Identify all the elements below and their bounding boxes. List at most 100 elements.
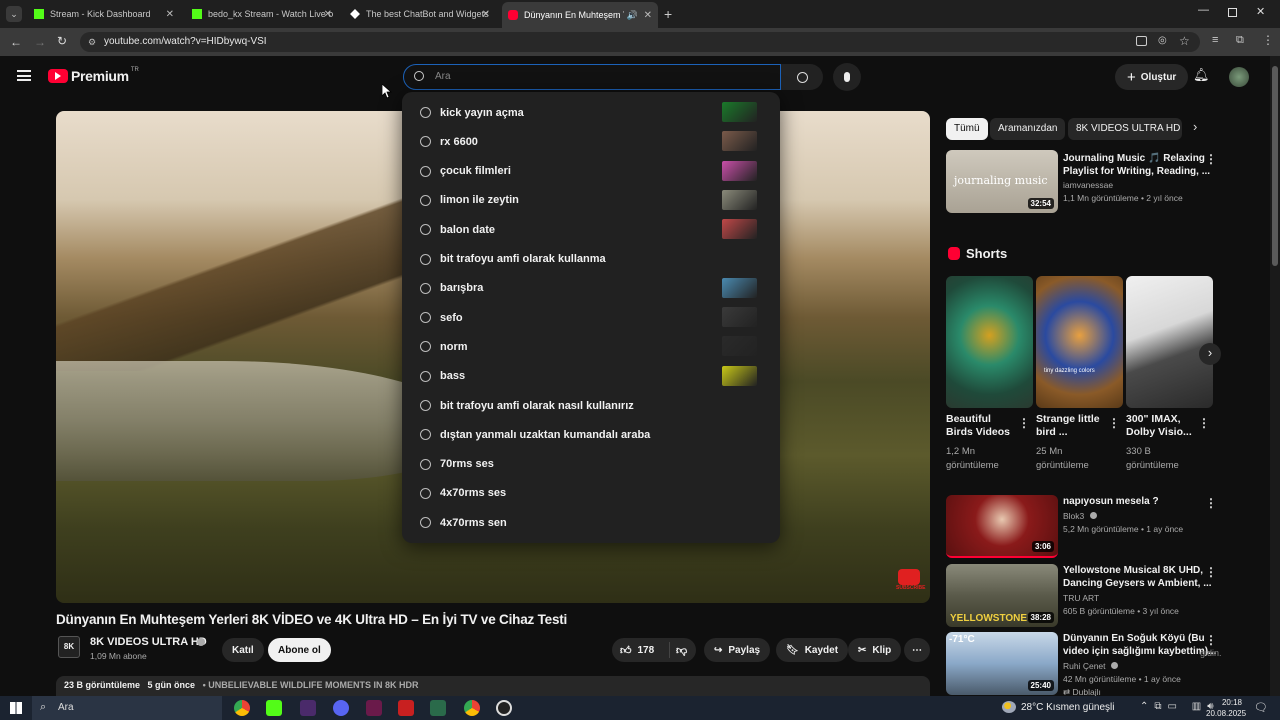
short-title[interactable]: Beautiful Birds Videos: [946, 413, 1010, 439]
related-channel[interactable]: iamvanessae: [1063, 180, 1113, 190]
browser-tab[interactable]: bedo_kx Stream - Watch Live o ✕: [186, 4, 338, 24]
related-channel[interactable]: Blok3: [1063, 511, 1097, 521]
address-bar[interactable]: ⚙ youtube.com/watch?v=HIDbywq-VSI: [80, 32, 1200, 52]
notifications-bell-icon[interactable]: 🔔︎: [1193, 67, 1210, 83]
related-video-title[interactable]: Journaling Music 🎵 Relaxing Playlist for…: [1063, 152, 1210, 178]
related-video-title[interactable]: Dünyanın En Soğuk Köyü (Bu video için sa…: [1063, 632, 1216, 658]
chip-channel[interactable]: 8K VIDEOS ULTRA HD ad: [1068, 118, 1182, 140]
more-vertical-icon[interactable]: ⋮: [1198, 416, 1210, 430]
search-suggestion[interactable]: sefo: [402, 303, 780, 332]
search-suggestion[interactable]: 70rms ses: [402, 450, 780, 479]
clock[interactable]: 20:18 20.08.2025: [1206, 697, 1246, 719]
close-tab-icon[interactable]: ✕: [482, 9, 490, 20]
voice-search-button[interactable]: [833, 63, 861, 91]
short-thumbnail[interactable]: tiny dazzling colors: [1036, 276, 1123, 408]
more-actions-button[interactable]: ⋯: [904, 638, 930, 662]
scrollbar-thumb[interactable]: [1272, 66, 1278, 266]
more-vertical-icon[interactable]: ⋮: [1205, 496, 1217, 510]
shorts-next-button[interactable]: ›: [1199, 343, 1221, 365]
more-vertical-icon[interactable]: ⋮: [1108, 416, 1120, 430]
subscribe-button[interactable]: Abone ol: [268, 638, 331, 662]
description-box[interactable]: 23 B görüntüleme 5 gün önce • UNBELIEVAB…: [56, 676, 930, 696]
related-thumbnail[interactable]: -71°C 25:40: [946, 632, 1058, 695]
description-hashtag[interactable]: • UNBELIEVABLE WILDLIFE MOMENTS IN 8K HD…: [203, 680, 419, 690]
search-suggestion[interactable]: norm: [402, 332, 780, 361]
app-red-icon[interactable]: [398, 700, 414, 716]
more-vertical-icon[interactable]: ⋮: [1205, 152, 1217, 166]
join-button[interactable]: Katıl: [222, 638, 264, 662]
forward-icon[interactable]: →: [34, 35, 46, 49]
search-suggestion[interactable]: barışbra: [402, 274, 780, 303]
search-suggestion[interactable]: bass: [402, 362, 780, 391]
browser-tab[interactable]: Stream - Kick Dashboard ✕: [28, 4, 180, 24]
related-thumbnail[interactable]: journaling music 32:54: [946, 150, 1058, 213]
chip-all[interactable]: Tümü: [946, 118, 988, 140]
app-editor-icon[interactable]: [300, 700, 316, 716]
search-input[interactable]: Ara: [403, 64, 781, 90]
search-suggestion[interactable]: balon date: [402, 215, 780, 244]
discord-icon[interactable]: [333, 700, 349, 716]
search-suggestion[interactable]: çocuk filmleri: [402, 157, 780, 186]
search-suggestion[interactable]: bit trafoyu amfi olarak kullanma: [402, 245, 780, 274]
search-suggestion[interactable]: limon ile zeytin: [402, 186, 780, 215]
browser-tab-active[interactable]: Dünyanın En Muhteşem Ye 🔊 ✕: [502, 2, 658, 28]
search-suggestion[interactable]: dıştan yanmalı uzaktan kumandalı araba: [402, 420, 780, 449]
like-button[interactable]: 👍︎ 178: [612, 642, 670, 658]
search-suggestion[interactable]: 4x70rms ses: [402, 479, 780, 508]
search-suggestion[interactable]: bit trafoyu amfi olarak nasıl kullanırız: [402, 391, 780, 420]
search-suggestion[interactable]: rx 6600: [402, 127, 780, 156]
new-tab-button[interactable]: +: [664, 6, 672, 22]
search-button[interactable]: [781, 64, 823, 90]
extensions-icon[interactable]: ⧉: [1236, 34, 1244, 47]
close-tab-icon[interactable]: ✕: [324, 9, 332, 20]
menu-hamburger-icon[interactable]: [17, 70, 31, 81]
save-button[interactable]: 🔖︎ Kaydet: [776, 638, 849, 662]
browser-tab[interactable]: The best ChatBot and Widgets ✕: [344, 4, 496, 24]
avatar[interactable]: [1229, 67, 1249, 87]
related-channel[interactable]: Ruhi Çenet: [1063, 661, 1118, 671]
site-info-icon[interactable]: ⚙: [88, 32, 96, 52]
weather-text[interactable]: 28°C Kısmen güneşli: [1021, 702, 1115, 713]
related-video-title[interactable]: napıyosun mesela ?: [1063, 495, 1159, 508]
more-vertical-icon[interactable]: ⋮: [1205, 565, 1217, 579]
search-suggestion[interactable]: 4x70rms sen: [402, 508, 780, 537]
related-channel[interactable]: TRU ART: [1063, 593, 1099, 603]
clip-button[interactable]: ✂ Klip: [848, 638, 902, 662]
youtube-premium-logo[interactable]: Premium TR: [48, 67, 139, 84]
chip-from-search[interactable]: Aramanızdan: [990, 118, 1066, 140]
search-suggestion[interactable]: kick yayın açma: [402, 98, 780, 127]
related-video-title[interactable]: Yellowstone Musical 8K UHD, Dancing Geys…: [1063, 564, 1212, 590]
speaker-icon[interactable]: 🔊: [627, 10, 638, 21]
bookmark-star-icon[interactable]: ☆: [1179, 34, 1190, 48]
short-title[interactable]: 300" IMAX, Dolby Visio...: [1126, 413, 1192, 439]
channel-avatar[interactable]: 8K: [58, 636, 80, 658]
back-icon[interactable]: ←: [10, 35, 22, 49]
app-purple-icon[interactable]: [366, 700, 382, 716]
reload-icon[interactable]: ↻: [57, 34, 67, 48]
related-thumbnail[interactable]: 3:06: [946, 495, 1058, 558]
create-button[interactable]: + Oluştur: [1115, 64, 1189, 90]
app-chart-icon[interactable]: [430, 700, 446, 716]
tab-list-dropdown-icon[interactable]: ⌄: [6, 6, 22, 22]
chrome-icon[interactable]: [234, 700, 250, 716]
related-thumbnail[interactable]: YELLOWSTONE 38:28: [946, 564, 1058, 627]
obs-icon[interactable]: [496, 700, 512, 716]
hide-eye-icon[interactable]: ◎: [1158, 35, 1167, 46]
browser-menu-icon[interactable]: ⋮: [1262, 33, 1274, 47]
subscribe-watermark[interactable]: SUBSCRIBE: [896, 569, 925, 593]
install-app-icon[interactable]: [1136, 36, 1147, 46]
chrome-active-icon[interactable]: [464, 700, 480, 716]
more-vertical-icon[interactable]: ⋮: [1018, 416, 1030, 430]
short-thumbnail[interactable]: [946, 276, 1033, 408]
share-button[interactable]: ↪ Paylaş: [704, 638, 771, 662]
app-green-icon[interactable]: [266, 700, 282, 716]
more-vertical-icon[interactable]: ⋮: [1205, 633, 1217, 647]
chevron-right-icon[interactable]: ›: [1193, 119, 1197, 134]
taskbar-search-box[interactable]: ⌕ Ara: [32, 696, 222, 720]
short-thumbnail[interactable]: [1126, 276, 1213, 408]
dislike-button[interactable]: 👎︎: [670, 644, 687, 657]
short-title[interactable]: Strange little bird ...: [1036, 413, 1100, 439]
restore-button[interactable]: [1228, 8, 1237, 17]
close-tab-icon[interactable]: ✕: [644, 10, 652, 21]
close-tab-icon[interactable]: ✕: [166, 9, 174, 20]
